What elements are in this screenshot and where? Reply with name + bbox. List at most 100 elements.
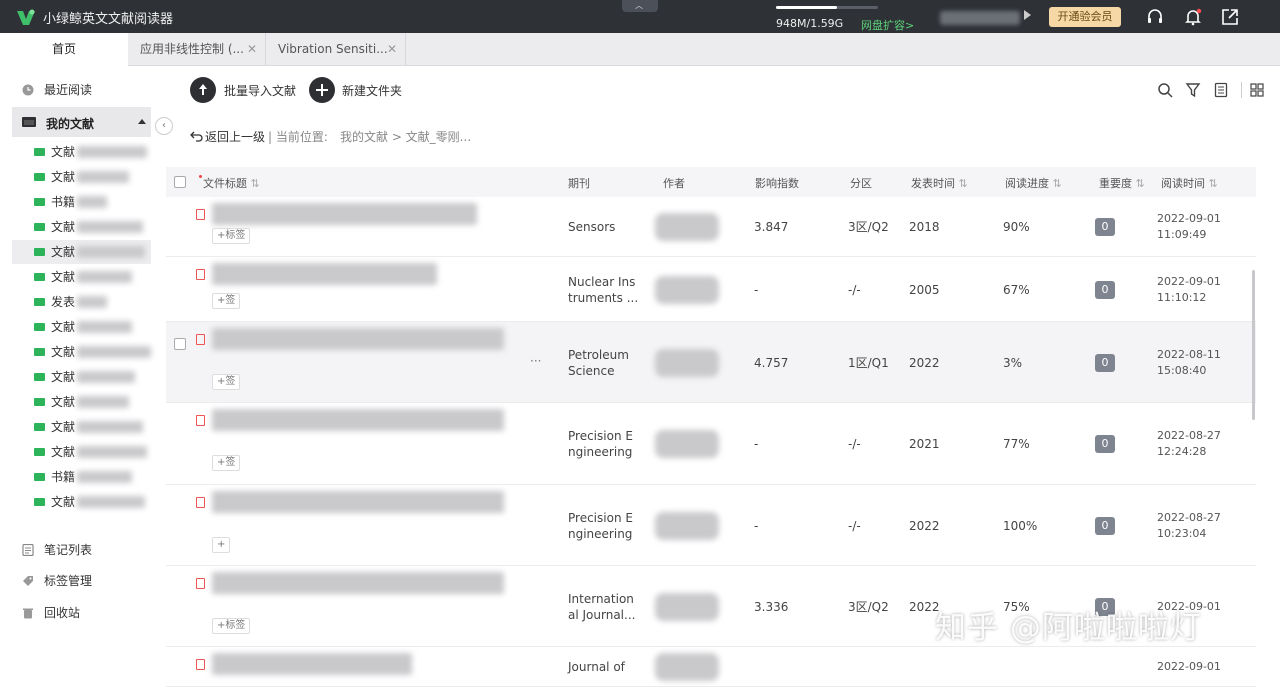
folder-label: 文献 [51, 420, 76, 434]
document-title-redacted[interactable] [212, 263, 437, 285]
add-tag-button[interactable]: +标签 [212, 618, 251, 634]
sidebar-item-tags[interactable]: 标签管理 [22, 571, 92, 591]
importance-badge[interactable]: 0 [1095, 354, 1115, 372]
external-window-icon[interactable] [1220, 7, 1240, 27]
column-header-year[interactable]: 发表时间 ⇅ [911, 175, 968, 191]
sort-icon[interactable]: ⇅ [955, 177, 967, 190]
year-cell: 2005 [909, 283, 940, 297]
journal-cell: Journal of [568, 659, 625, 675]
back-button[interactable]: 返回上一级 [205, 128, 265, 145]
sidebar-item-trash[interactable]: 回收站 [22, 603, 80, 623]
document-title-redacted[interactable] [212, 491, 504, 513]
pdf-icon [196, 578, 205, 589]
document-title-redacted[interactable] [212, 328, 504, 350]
import-button-icon[interactable] [190, 77, 216, 103]
year-cell: 2018 [909, 220, 940, 234]
more-options-icon[interactable]: ··· [530, 353, 541, 369]
read-clock: 11:09:49 [1157, 228, 1207, 241]
sidebar-folder-item[interactable]: 文献 [34, 390, 130, 414]
sidebar-item-label: 我的文献 [46, 117, 95, 131]
add-tag-button[interactable]: + [212, 537, 231, 553]
folder-name-redacted [77, 296, 108, 308]
column-header-read-time[interactable]: 阅读时间 ⇅ [1161, 175, 1218, 191]
sidebar-folder-item[interactable]: 文献 [34, 440, 148, 464]
column-header-label: 阅读时间 [1161, 177, 1205, 190]
tab-document[interactable]: 应用非线性控制 (... ✕ [128, 33, 266, 66]
import-button[interactable]: 批量导入文献 [224, 82, 296, 99]
author-redacted [655, 593, 719, 621]
sort-icon[interactable]: ⇅ [247, 177, 259, 190]
add-tag-button[interactable]: +签 [212, 374, 241, 390]
tab-document[interactable]: Vibration Sensiti... ✕ [266, 33, 406, 66]
user-menu-caret-icon[interactable] [1024, 10, 1031, 20]
table-scrollbar[interactable] [1252, 270, 1255, 420]
sort-icon[interactable]: ⇅ [1049, 177, 1061, 190]
pdf-icon [196, 497, 205, 508]
sidebar-folder-item[interactable]: 文献 [34, 140, 148, 164]
document-title-redacted[interactable] [212, 409, 504, 431]
impact-cell: - [754, 519, 759, 533]
column-header-label: 发表时间 [911, 177, 955, 190]
new-folder-button[interactable]: 新建文件夹 [342, 82, 402, 99]
add-tag-button[interactable]: +签 [212, 293, 241, 309]
collapse-titlebar-button[interactable]: ︿ [622, 0, 658, 12]
importance-badge[interactable]: 0 [1095, 435, 1115, 453]
importance-badge[interactable]: 0 [1095, 218, 1115, 236]
folder-label: 文献 [51, 320, 76, 334]
folder-icon [34, 348, 45, 356]
column-header-zone: 分区 [850, 177, 872, 190]
sort-icon[interactable]: ⇅ [1132, 177, 1144, 190]
close-icon[interactable]: ✕ [247, 33, 257, 66]
vip-button[interactable]: 开通验会员 [1049, 7, 1121, 27]
add-tag-button[interactable]: +签 [212, 455, 241, 471]
sidebar-folder-item[interactable]: 文献 [34, 265, 133, 289]
journal-line: al Journal... [568, 608, 636, 622]
caret-up-icon[interactable] [138, 119, 146, 124]
plus-icon [316, 84, 328, 96]
filter-icon[interactable] [1185, 82, 1201, 98]
sidebar-folder-item[interactable]: 发表 [34, 290, 108, 314]
document-title-redacted[interactable] [212, 653, 412, 675]
breadcrumb[interactable]: 我的文献 > 文献_零刚... [340, 128, 471, 145]
sidebar-folder-item[interactable]: 文献 [34, 490, 146, 514]
sidebar-folder-item[interactable]: 文献 [34, 215, 144, 239]
bell-icon[interactable] [1183, 7, 1203, 27]
add-tag-button[interactable]: +标签 [212, 228, 251, 244]
sidebar-folder-item[interactable]: 文献 [34, 240, 146, 264]
user-name[interactable] [940, 11, 1020, 25]
sidebar-folder-item[interactable]: 文献 [34, 415, 144, 439]
close-icon[interactable]: ✕ [387, 33, 397, 66]
zone-cell: -/- [848, 437, 861, 451]
column-header-title[interactable]: 文件标题 ⇅ [203, 175, 260, 191]
tag-label: 标签 [225, 230, 246, 241]
sidebar-folder-item[interactable]: 书籍 [34, 190, 108, 214]
sidebar-item-recent[interactable]: 最近阅读 [22, 80, 92, 100]
column-header-importance[interactable]: 重要度 ⇅ [1099, 175, 1145, 191]
list-view-icon[interactable] [1213, 82, 1229, 98]
tab-home[interactable]: 首页 [0, 33, 128, 66]
select-all-checkbox[interactable] [174, 176, 186, 188]
read-clock: 11:10:12 [1157, 291, 1207, 304]
new-folder-button-icon[interactable] [309, 77, 335, 103]
headset-icon[interactable] [1145, 7, 1165, 27]
document-title-redacted[interactable] [212, 572, 504, 594]
sidebar-folder-item[interactable]: 书籍 [34, 465, 133, 489]
sidebar-folder-item[interactable]: 文献 [34, 165, 130, 189]
sidebar-folder-item[interactable]: 文献 [34, 315, 133, 339]
sidebar-folder-item[interactable]: 文献 [34, 365, 136, 389]
grid-view-icon[interactable] [1249, 82, 1265, 98]
sort-icon[interactable]: ⇅ [1205, 177, 1217, 190]
sidebar-item-notes[interactable]: 笔记列表 [22, 540, 92, 560]
document-title-redacted[interactable] [212, 203, 477, 225]
expand-storage-link[interactable]: 网盘扩容> [861, 17, 914, 33]
journal-cell: Sensors [568, 219, 615, 235]
importance-badge[interactable]: 0 [1095, 517, 1115, 535]
back-arrow-icon[interactable] [190, 130, 203, 142]
search-icon[interactable] [1157, 82, 1173, 98]
sidebar-folder-item[interactable]: 文献 [34, 340, 152, 364]
importance-badge[interactable]: 0 [1095, 281, 1115, 299]
read-time-cell: 2022-09-01 [1157, 659, 1221, 675]
column-header-progress[interactable]: 阅读进度 ⇅ [1005, 175, 1062, 191]
row-checkbox[interactable] [174, 338, 186, 350]
collapse-sidebar-button[interactable]: ‹ [155, 117, 173, 135]
